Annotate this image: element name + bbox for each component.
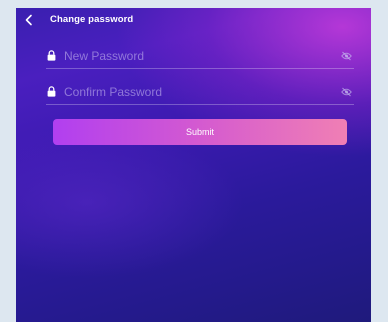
chevron-left-icon: [25, 14, 32, 26]
submit-button[interactable]: Submit: [53, 119, 347, 145]
new-password-field: [46, 46, 354, 69]
lock-icon: [47, 50, 56, 61]
confirm-password-input[interactable]: [64, 82, 319, 102]
change-password-screen: Change password Submit: [16, 8, 371, 322]
lock-icon: [47, 86, 56, 97]
header-bar: Change password: [16, 8, 371, 34]
new-password-input[interactable]: [64, 46, 319, 66]
eye-slash-icon[interactable]: [341, 87, 352, 97]
confirm-password-field: [46, 82, 354, 105]
back-button[interactable]: [22, 13, 36, 27]
page-title: Change password: [50, 14, 134, 25]
eye-slash-icon[interactable]: [341, 51, 352, 61]
